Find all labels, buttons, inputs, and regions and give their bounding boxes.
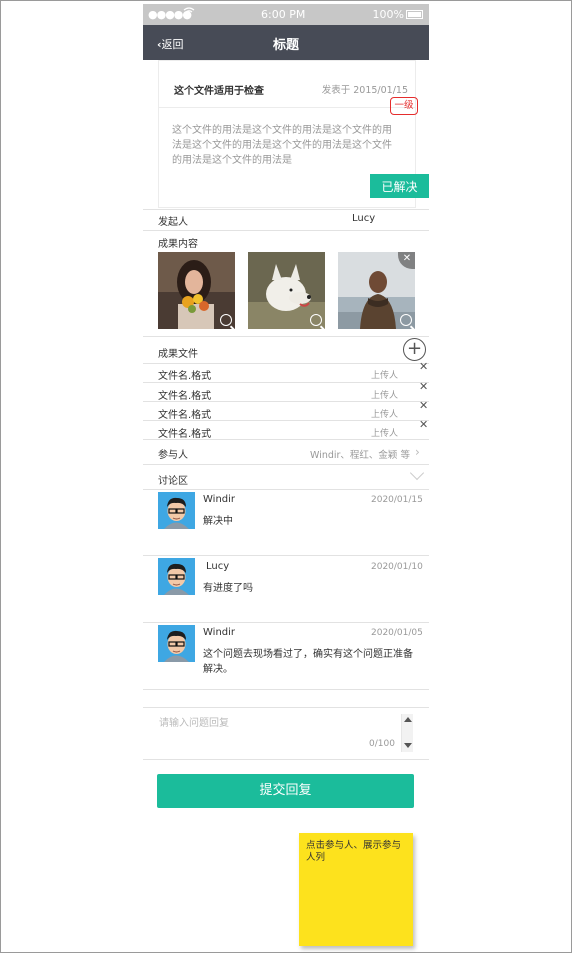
- file-uploader: 上传人: [371, 429, 399, 439]
- divider: [143, 555, 429, 556]
- avatar: [158, 492, 195, 529]
- participants-label: 参与人: [158, 450, 188, 461]
- divider: [143, 382, 429, 383]
- reply-counter: 0/100: [369, 739, 395, 749]
- divider: [143, 689, 429, 690]
- zoom-icon[interactable]: [310, 314, 322, 326]
- scroll-down-icon[interactable]: [404, 743, 412, 748]
- divider: [159, 107, 415, 108]
- divider: [143, 464, 429, 465]
- comment-date: 2020/01/05: [371, 628, 423, 638]
- level-badge: 一级: [390, 97, 418, 115]
- discussion-label: 讨论区: [158, 476, 188, 487]
- comment-text: 这个问题去现场看过了，确实有这个问题正准备解决。: [203, 649, 413, 675]
- results-label: 成果内容: [158, 239, 198, 250]
- status-bar: ●●●●● 6:00 PM 100%: [143, 4, 429, 25]
- divider: [143, 363, 429, 364]
- issue-date: 发表于 2015/01/15: [321, 85, 408, 96]
- scrollbar[interactable]: [401, 714, 413, 752]
- file-name[interactable]: 文件名.格式: [158, 387, 211, 402]
- file-name[interactable]: 文件名.格式: [158, 406, 211, 421]
- initiator-value: Lucy: [352, 213, 376, 224]
- battery-percent: 100%: [372, 8, 404, 21]
- close-icon[interactable]: ✕: [419, 380, 428, 393]
- comment-date: 2020/01/10: [371, 562, 423, 572]
- comment-author: Lucy: [206, 561, 230, 572]
- close-icon[interactable]: ✕: [419, 418, 428, 431]
- participants-value: Windir、程红、金颖 等: [310, 450, 410, 461]
- chevron-right-icon: ›: [415, 445, 420, 459]
- comment-author: Windir: [203, 627, 236, 638]
- scroll-up-icon[interactable]: [404, 717, 412, 722]
- close-icon[interactable]: ✕: [419, 360, 428, 373]
- comment-text: 解决中: [203, 516, 233, 527]
- initiator-label: 发起人: [158, 217, 188, 228]
- reply-placeholder: 请输入问题回复: [159, 718, 229, 729]
- divider: [143, 336, 429, 337]
- issue-body: 这个文件的用法是这个文件的用法是这个文件的用法是这个文件的用法是这个文件的用法是…: [172, 125, 392, 166]
- result-photo-1[interactable]: [158, 252, 235, 329]
- comment-date: 2020/01/15: [371, 495, 423, 505]
- divider: [143, 489, 429, 490]
- divider: [143, 622, 429, 623]
- page-title: 标题: [272, 38, 299, 53]
- divider: [143, 439, 429, 440]
- add-file-icon[interactable]: +: [403, 338, 426, 361]
- result-photo-3[interactable]: ✕: [338, 252, 415, 329]
- wifi-icon: [183, 7, 195, 19]
- zoom-icon[interactable]: [400, 314, 412, 326]
- reply-textarea[interactable]: 请输入问题回复 0/100: [143, 707, 429, 760]
- file-name[interactable]: 文件名.格式: [158, 425, 211, 440]
- issue-title: 这个文件适用于检查: [174, 86, 264, 97]
- divider: [143, 230, 429, 231]
- comment-author: Windir: [203, 494, 236, 505]
- avatar: [158, 625, 195, 662]
- result-photo-2[interactable]: [248, 252, 325, 329]
- file-uploader: 上传人: [371, 410, 399, 420]
- divider: [143, 209, 429, 210]
- divider: [143, 420, 429, 421]
- file-uploader: 上传人: [371, 371, 399, 381]
- sticky-note-text: 点击参与人、展示参与人列: [306, 840, 402, 863]
- file-uploader: 上传人: [371, 391, 399, 401]
- nav-bar: ‹返回 标题: [143, 25, 429, 60]
- files-label: 成果文件: [158, 349, 198, 360]
- divider: [143, 401, 429, 402]
- avatar: [158, 558, 195, 595]
- status-resolved-button[interactable]: 已解决: [370, 174, 429, 198]
- sticky-note: 点击参与人、展示参与人列: [299, 833, 413, 946]
- comment-text: 有进度了吗: [203, 583, 253, 594]
- status-time: 6:00 PM: [261, 8, 306, 21]
- submit-reply-button[interactable]: 提交回复: [157, 774, 414, 808]
- zoom-icon[interactable]: [220, 314, 232, 326]
- close-icon[interactable]: ✕: [419, 399, 428, 412]
- file-name[interactable]: 文件名.格式: [158, 367, 211, 382]
- battery-icon: [406, 10, 423, 19]
